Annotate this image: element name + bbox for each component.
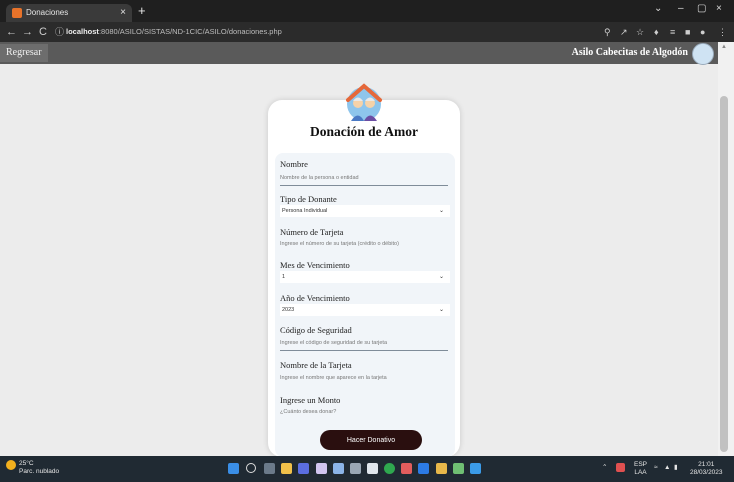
- forward-arrow-icon[interactable]: →: [22, 25, 33, 39]
- numero-tarjeta-label: Número de Tarjeta: [280, 227, 344, 237]
- monto-label: Ingrese un Monto: [280, 395, 341, 405]
- tab-close-icon[interactable]: ×: [120, 4, 126, 22]
- site-header: Regresar Asilo Cabecitas de Algodón: [0, 42, 718, 65]
- site-info-icon[interactable]: ⓘ: [55, 25, 64, 39]
- close-window-button[interactable]: ×: [716, 3, 722, 14]
- weather-sun-icon: [6, 460, 16, 470]
- share-icon[interactable]: ↗: [620, 25, 628, 39]
- mes-vencimiento-value: 1: [282, 274, 286, 280]
- xampp-icon[interactable]: [401, 463, 412, 474]
- regresar-button[interactable]: Regresar: [0, 44, 48, 62]
- battery-icon[interactable]: ▮: [674, 464, 678, 472]
- nombre-tarjeta-label: Nombre de la Tarjeta: [280, 360, 352, 370]
- elderly-couple-logo-icon: [346, 83, 382, 121]
- weather-widget[interactable]: 25°C Parc. nublado: [6, 460, 59, 476]
- language-indicator[interactable]: ESP LAA: [634, 461, 647, 477]
- codigo-seguridad-input[interactable]: [280, 336, 448, 351]
- url-path: :8080/ASILO/SISTAS/ND-1CIC/ASILO/donacio…: [98, 27, 282, 36]
- sidebar-icon[interactable]: ■: [685, 25, 690, 39]
- tab-title: Donaciones: [26, 8, 69, 17]
- chevron-down-icon: ⌄: [438, 307, 444, 313]
- anio-vencimiento-label: Año de Vencimiento: [280, 293, 350, 303]
- task-view-icon[interactable]: [264, 463, 275, 474]
- site-favicon-icon: [12, 8, 22, 18]
- profile-avatar-icon[interactable]: ●: [700, 25, 705, 39]
- browser-toolbar: ← → C ⓘ localhost:8080/ASILO/SISTAS/ND-1…: [0, 22, 734, 42]
- vscode-icon[interactable]: [470, 463, 481, 474]
- lang-sub: LAA: [634, 469, 647, 476]
- maximize-button[interactable]: ▢: [697, 3, 706, 14]
- weather-desc: Parc. nublado: [19, 468, 60, 475]
- reload-icon[interactable]: C: [39, 25, 47, 39]
- clock-time: 21:01: [698, 461, 715, 468]
- back-arrow-icon[interactable]: ←: [6, 25, 17, 39]
- monto-input[interactable]: [280, 405, 448, 419]
- nombre-label: Nombre: [280, 159, 308, 169]
- tray-chevron-up-icon[interactable]: ⌃: [602, 464, 607, 472]
- tray-app-icon[interactable]: [616, 463, 625, 472]
- asilo-logo-icon: [692, 43, 714, 65]
- bookmark-star-icon[interactable]: ☆: [636, 25, 644, 39]
- calculator-icon[interactable]: [333, 463, 344, 474]
- lang-code: ESP: [634, 461, 648, 468]
- site-title: Asilo Cabecitas de Algodón: [571, 47, 688, 58]
- volume-icon[interactable]: ▲: [664, 464, 670, 472]
- tab-search-icon[interactable]: ⌄: [654, 3, 662, 14]
- mes-vencimiento-select[interactable]: 1 ⌄: [280, 271, 450, 283]
- url-host: localhost: [66, 27, 99, 36]
- nombre-input[interactable]: [280, 171, 448, 186]
- new-tab-button[interactable]: +: [138, 4, 146, 18]
- extensions-icon[interactable]: ♦: [654, 25, 659, 39]
- tipo-donante-value: Persona Individual: [282, 208, 328, 214]
- address-bar[interactable]: localhost:8080/ASILO/SISTAS/ND-1CIC/ASIL…: [66, 26, 282, 38]
- reading-list-icon[interactable]: ≡: [670, 25, 675, 39]
- search-icon[interactable]: [246, 463, 256, 473]
- notepad-icon[interactable]: [316, 463, 327, 474]
- windows-taskbar: 25°C Parc. nublado ⌃ ESP LAA ≈ ▲ ▮ 21:01 28…: [0, 456, 734, 482]
- clock-date: 28/03/2023: [690, 469, 723, 476]
- chevron-down-icon: ⌄: [438, 274, 444, 280]
- word-icon[interactable]: [418, 463, 429, 474]
- numero-tarjeta-input[interactable]: [280, 237, 448, 251]
- browser-tab[interactable]: Donaciones ×: [6, 4, 132, 22]
- chrome-icon[interactable]: [384, 463, 395, 474]
- teams-icon[interactable]: [298, 463, 309, 474]
- tipo-donante-select[interactable]: Persona Individual ⌄: [280, 205, 450, 217]
- app-icon[interactable]: [453, 463, 464, 474]
- hacer-donativo-button[interactable]: Hacer Donativo: [320, 430, 422, 450]
- file-explorer-icon[interactable]: [281, 463, 292, 474]
- scrollbar-thumb[interactable]: [720, 96, 728, 452]
- anio-vencimiento-value: 2023: [282, 307, 295, 313]
- settings-gear-icon[interactable]: [350, 463, 361, 474]
- tipo-donante-label: Tipo de Donante: [280, 194, 337, 204]
- folder-icon[interactable]: [436, 463, 447, 474]
- nombre-tarjeta-input[interactable]: [280, 371, 448, 385]
- minimize-button[interactable]: –: [678, 3, 684, 14]
- menu-kebab-icon[interactable]: ⋮: [718, 25, 727, 39]
- mes-vencimiento-label: Mes de Vencimiento: [280, 260, 350, 270]
- browser-tab-strip: Donaciones × + ⌄ – ▢ ×: [0, 0, 734, 22]
- store-icon[interactable]: [367, 463, 378, 474]
- scroll-up-arrow-icon[interactable]: ▲: [721, 44, 727, 50]
- chevron-down-icon: ⌄: [438, 208, 444, 214]
- weather-temp: 25°C: [19, 460, 34, 467]
- wifi-icon[interactable]: ≈: [654, 464, 658, 472]
- anio-vencimiento-select[interactable]: 2023 ⌄: [280, 304, 450, 316]
- codigo-seguridad-label: Código de Seguridad: [280, 325, 352, 335]
- page-title: Donación de Amor: [310, 124, 418, 139]
- system-clock[interactable]: 21:01 28/03/2023: [690, 461, 723, 477]
- start-menu-icon[interactable]: [228, 463, 239, 474]
- zoom-icon[interactable]: ⚲: [604, 25, 611, 39]
